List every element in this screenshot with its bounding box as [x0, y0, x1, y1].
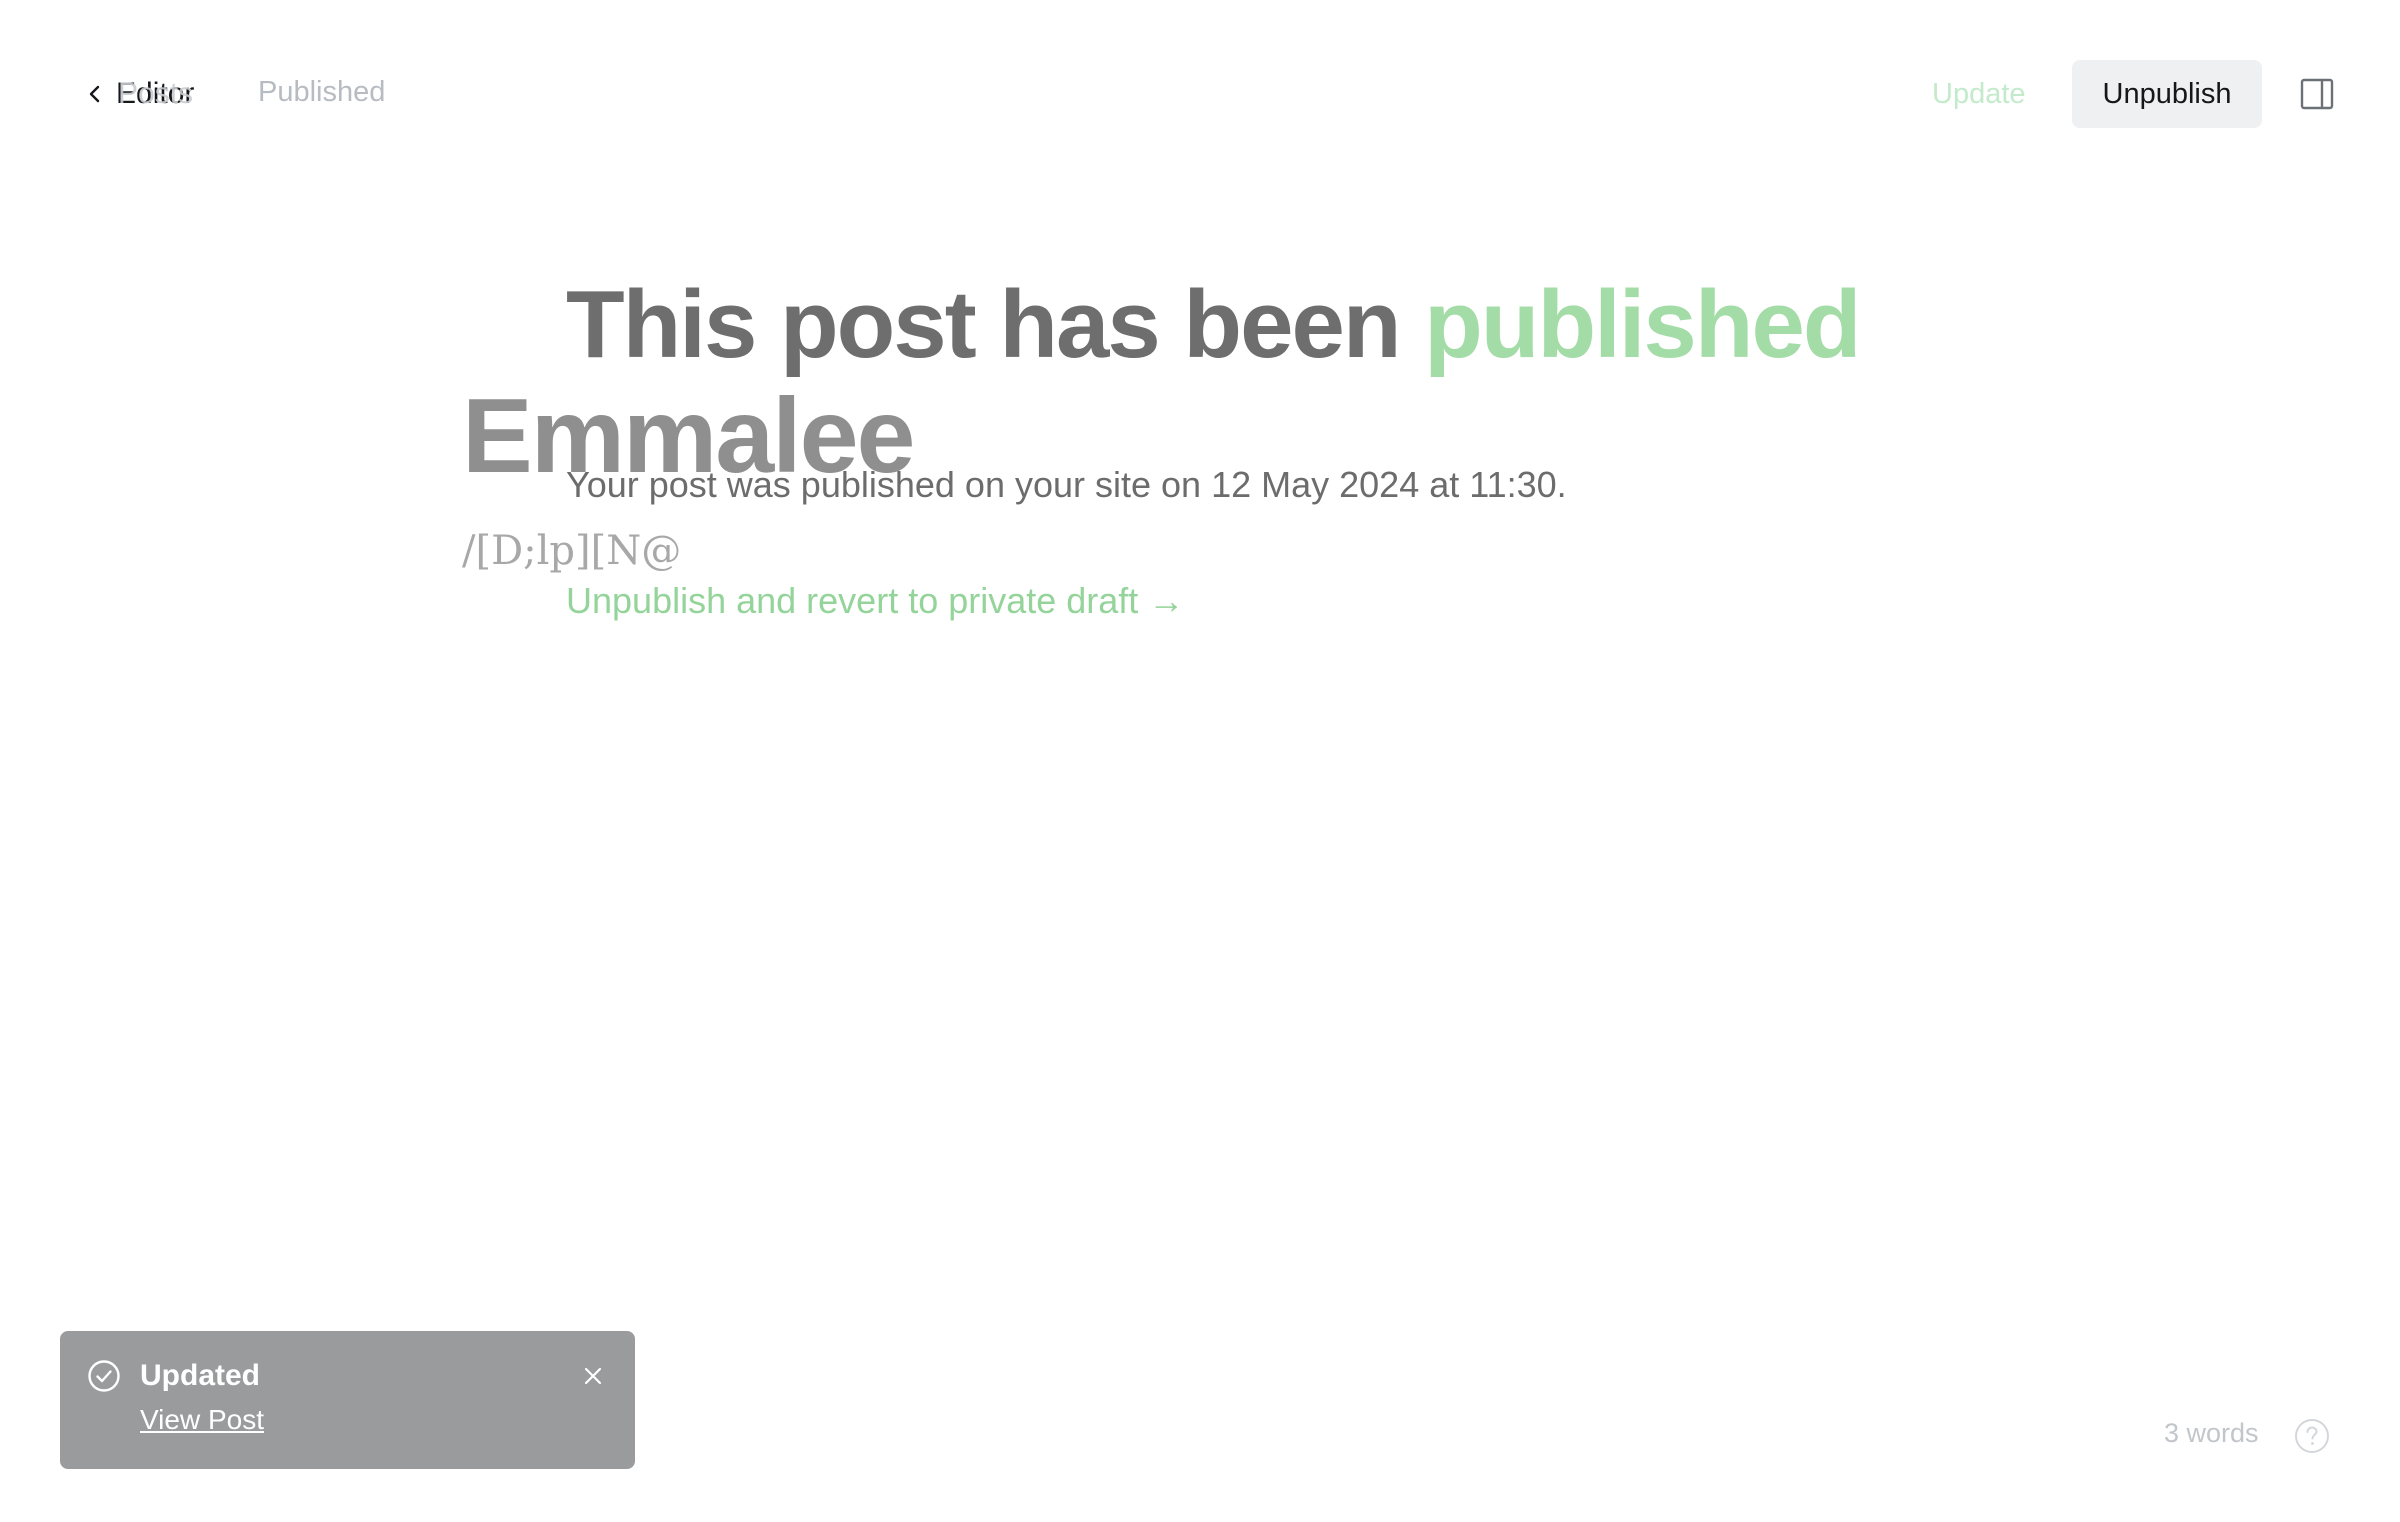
post-body[interactable]: /[D;lp][N@	[462, 528, 681, 574]
word-count: 3 words	[2164, 1418, 2259, 1448]
check-circle-icon	[88, 1360, 120, 1392]
back-label-ghost: Posts	[118, 77, 194, 110]
update-button[interactable]: Update	[1918, 60, 2040, 128]
toast-title: Updated	[140, 1359, 260, 1392]
toast-notification: Updated View Post	[60, 1331, 635, 1469]
question-circle-icon[interactable]	[2294, 1418, 2330, 1454]
confirmation-message: Your post was published on your site on …	[566, 464, 1567, 505]
confirmation-heading-accent: published	[1424, 271, 1861, 378]
back-label: Editor Posts	[116, 77, 194, 111]
publish-confirmation: This post has been published Your post w…	[566, 272, 1966, 621]
back-to-posts-link[interactable]: Editor Posts	[84, 74, 194, 114]
confirmation-heading-prefix: This post has been	[566, 271, 1401, 378]
post-status: Published	[258, 76, 386, 108]
editor-header: Editor Posts Published Update Unpublish	[0, 0, 2400, 190]
sidebar-panel-icon[interactable]	[2300, 78, 2334, 110]
view-post-link[interactable]: View Post	[140, 1404, 264, 1436]
unpublish-revert-link[interactable]: Unpublish and revert to private draft →	[566, 580, 1184, 622]
close-icon[interactable]	[580, 1363, 606, 1389]
confirmation-heading: This post has been published	[566, 272, 1966, 378]
chevron-left-icon	[89, 85, 100, 103]
unpublish-button[interactable]: Unpublish	[2072, 60, 2262, 128]
